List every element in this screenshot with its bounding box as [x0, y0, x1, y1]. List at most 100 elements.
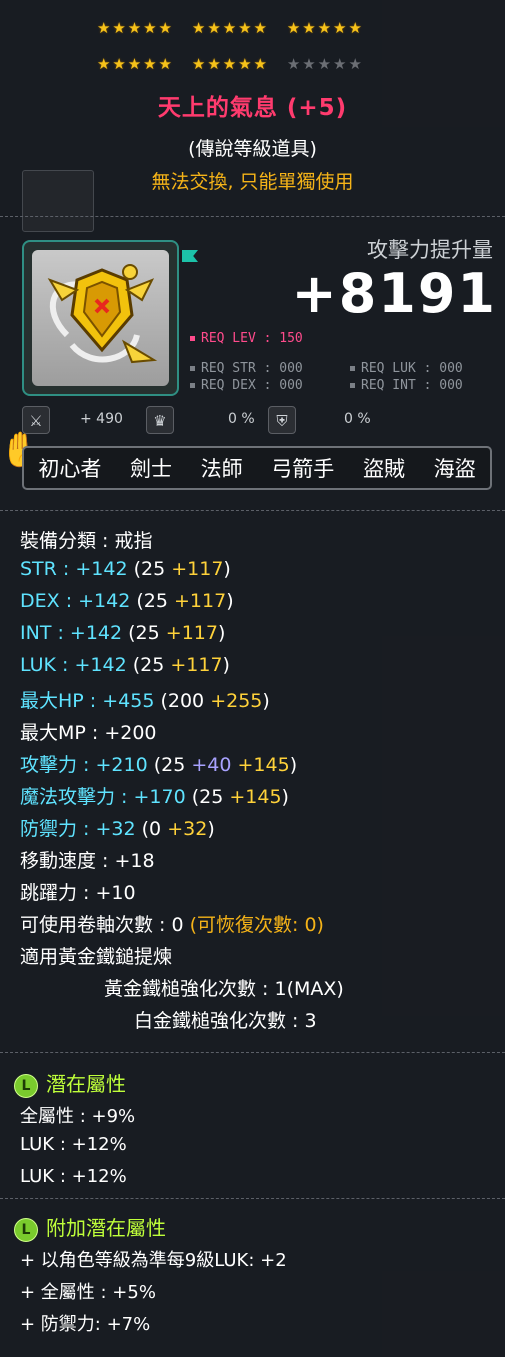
stat-dex: DEX : +142 (25 +117) [20, 590, 234, 612]
divider [0, 510, 505, 511]
req-level: REQ LEV : 150 [190, 331, 303, 346]
stat-end: ) [289, 754, 298, 776]
bonus-potential-title: 附加潛在屬性 [46, 1216, 166, 1240]
ring-icon [47, 264, 158, 364]
stat-total: +142 [78, 590, 131, 612]
stat-end: ) [226, 590, 234, 612]
star-filled-icon: ★ [253, 19, 267, 37]
stat-str: STR : +142 (25 +117) [20, 558, 231, 580]
bullet-icon [190, 336, 195, 341]
potential-header: L 潛在屬性 [14, 1068, 126, 1098]
bonus-potential-header: L 附加潛在屬性 [14, 1212, 166, 1242]
stat-bonus: +145 [237, 754, 290, 776]
star-empty-icon: ★ [348, 55, 362, 73]
star-empty-icon: ★ [333, 55, 347, 73]
req-luk: REQ LUK : 000 [350, 361, 463, 376]
extra-value-3: 0 % [344, 411, 371, 427]
stat-total: +210 [95, 754, 148, 776]
star-filled-icon: ★ [96, 19, 111, 37]
stat-bonus: +32 [167, 818, 208, 840]
star-filled-icon: ★ [96, 55, 111, 73]
star-force-row-1: ★ ★ ★ ★ ★ ★ ★ ★ ★ ★ ★ ★ ★ ★ ★ [96, 18, 363, 38]
star-filled-icon: ★ [238, 19, 252, 37]
stat-gold-hammer: 黃金鐵槌強化次數 : 1(MAX) [104, 978, 344, 1000]
stat-sep: : [56, 654, 75, 676]
background-item-slot [22, 170, 94, 232]
bonus-potential-line: + 防禦力: +7% [20, 1314, 151, 1335]
star-filled-icon: ★ [348, 19, 362, 37]
req-str-text: REQ STR : 000 [201, 361, 303, 376]
job-list: 初心者 劍士 法師 弓箭手 盜賊 海盜 [22, 446, 492, 490]
stat-int: INT : +142 (25 +117) [20, 622, 225, 644]
potential-line: LUK : +12% [20, 1134, 127, 1155]
stat-bonus: +117 [171, 558, 224, 580]
star-filled-icon: ★ [127, 19, 142, 37]
stat-base: (25 [126, 654, 171, 676]
stat-base: (25 [185, 786, 230, 808]
potential-title: 潛在屬性 [46, 1072, 126, 1096]
stat-label: LUK [20, 654, 57, 676]
star-group-gap [268, 54, 286, 74]
star-filled-icon: ★ [143, 19, 157, 37]
stat-label: 魔法攻擊力 [20, 786, 116, 808]
star-filled-icon: ★ [333, 19, 347, 37]
item-icon-frame [22, 240, 179, 396]
star-filled-icon: ★ [286, 19, 301, 37]
stat-slots: 可使用卷軸次數 : 0 (可恢復次數: 0) [20, 910, 324, 937]
stat-label: INT [20, 622, 52, 644]
bullet-icon [190, 366, 195, 371]
star-group-gap [173, 54, 191, 74]
stat-base: (25 [122, 622, 166, 644]
stat-total: +32 [95, 818, 136, 840]
boss-damage-icon: ♛ [146, 406, 174, 434]
stat-end: ) [262, 690, 270, 712]
stat-mp: 最大MP : +200 [20, 722, 157, 744]
star-group-gap [268, 18, 286, 38]
stat-base: (200 [154, 690, 211, 712]
stat-bonus: +117 [165, 622, 218, 644]
star-filled-icon: ★ [317, 19, 332, 37]
stat-total: +455 [102, 690, 155, 712]
job-label: 弓箭手 [271, 457, 335, 481]
bonus-potential-grade-icon: L [14, 1217, 38, 1242]
stat-sep: : [56, 558, 76, 580]
star-filled-icon: ★ [127, 55, 142, 73]
stat-bonus: +117 [174, 590, 227, 612]
stat-matk: 魔法攻擊力 : +170 (25 +145) [20, 782, 289, 809]
stat-sep: : [77, 818, 96, 840]
slots-text: 可使用卷軸次數 : 0 [20, 914, 184, 936]
req-str: REQ STR : 000 [190, 361, 303, 376]
potential-line: LUK : +12% [20, 1166, 127, 1187]
stat-total: +170 [133, 786, 186, 808]
item-name: 天上的氣息 (+5) [157, 95, 348, 121]
stat-sep: : [59, 590, 79, 612]
bullet-icon [350, 366, 355, 371]
star-filled-icon: ★ [222, 19, 237, 37]
stat-base: (25 [127, 558, 172, 580]
stat-category: 裝備分類 : 戒指 [20, 530, 153, 552]
stat-end: ) [281, 786, 289, 808]
stat-total: +142 [75, 558, 128, 580]
star-filled-icon: ★ [112, 55, 126, 73]
stat-sep: : [83, 690, 103, 712]
stat-bonus: +255 [210, 690, 263, 712]
stat-atk: 攻擊力 : +210 (25 +40 +145) [20, 750, 297, 777]
star-filled-icon: ★ [222, 55, 237, 73]
star-filled-icon: ★ [238, 55, 252, 73]
job-label: 劍士 [129, 457, 172, 481]
star-filled-icon: ★ [302, 19, 316, 37]
divider [0, 1198, 505, 1199]
stat-base: (25 [147, 754, 192, 776]
stat-speed: 移動速度 : +18 [20, 850, 155, 872]
star-filled-icon: ★ [112, 19, 126, 37]
star-filled-icon: ★ [253, 55, 267, 73]
bullet-icon [190, 383, 195, 388]
potential-line: 全屬性 : +9% [20, 1106, 136, 1127]
stat-hp: 最大HP : +455 (200 +255) [20, 686, 270, 713]
stat-base: (0 [135, 818, 168, 840]
stat-bonus: +117 [170, 654, 223, 676]
flag-icon [182, 250, 198, 262]
bonus-potential-line: + 以角色等級為準每9級LUK: +2 [20, 1250, 287, 1271]
star-force-row-2: ★ ★ ★ ★ ★ ★ ★ ★ ★ ★ ★ ★ ★ ★ ★ [96, 54, 363, 74]
req-dex: REQ DEX : 000 [190, 378, 303, 393]
